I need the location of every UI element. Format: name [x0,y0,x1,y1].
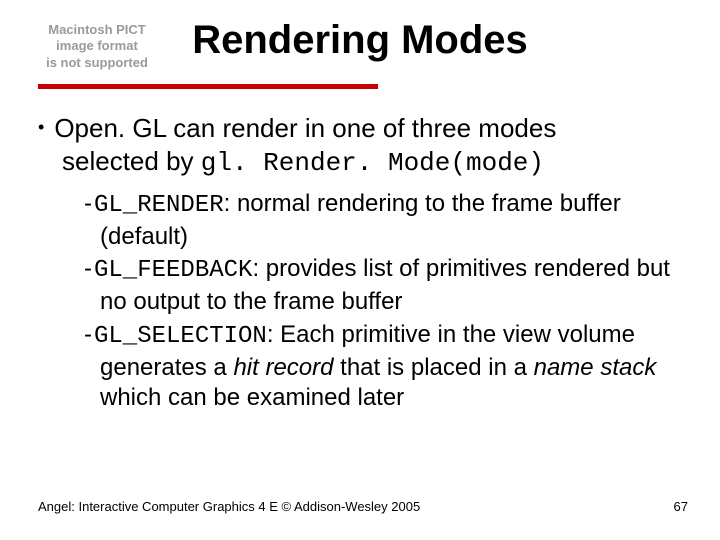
slide-title: Rendering Modes [0,18,720,63]
sub-bullet-item: -GL_RENDER: normal rendering to the fram… [84,189,690,252]
bullet-dot-icon: • [38,117,54,137]
lead-bullet: •Open. GL can render in one of three mod… [38,112,690,179]
sub-bullet-list: -GL_RENDER: normal rendering to the fram… [38,189,690,414]
sub-text: which can be examined later [100,384,404,411]
page-number: 67 [674,499,688,514]
dash-icon: - [84,321,94,348]
sub-text-italic: name stack [534,354,657,381]
lead-code: gl. Render. Mode(mode) [201,148,544,178]
footer-text: Angel: Interactive Computer Graphics 4 E… [38,499,420,514]
sub-bullet-item: -GL_SELECTION: Each primitive in the vie… [84,320,690,414]
sub-code: GL_SELECTION [94,323,267,350]
dash-icon: - [84,255,94,282]
slide-body: •Open. GL can render in one of three mod… [38,112,690,416]
lead-text-line1: Open. GL can render in one of three mode… [54,113,556,143]
sub-bullet-item: -GL_FEEDBACK: provides list of primitive… [84,254,690,317]
sub-code: GL_FEEDBACK [94,257,252,284]
sub-text-italic: hit record [233,354,333,381]
slide: Macintosh PICT image format is not suppo… [0,0,720,540]
dash-icon: - [84,190,94,217]
lead-text-line2-pre: selected by [62,146,201,176]
title-underline [38,84,378,89]
sub-code: GL_RENDER [94,192,224,219]
sub-text: that is placed in a [333,354,533,381]
